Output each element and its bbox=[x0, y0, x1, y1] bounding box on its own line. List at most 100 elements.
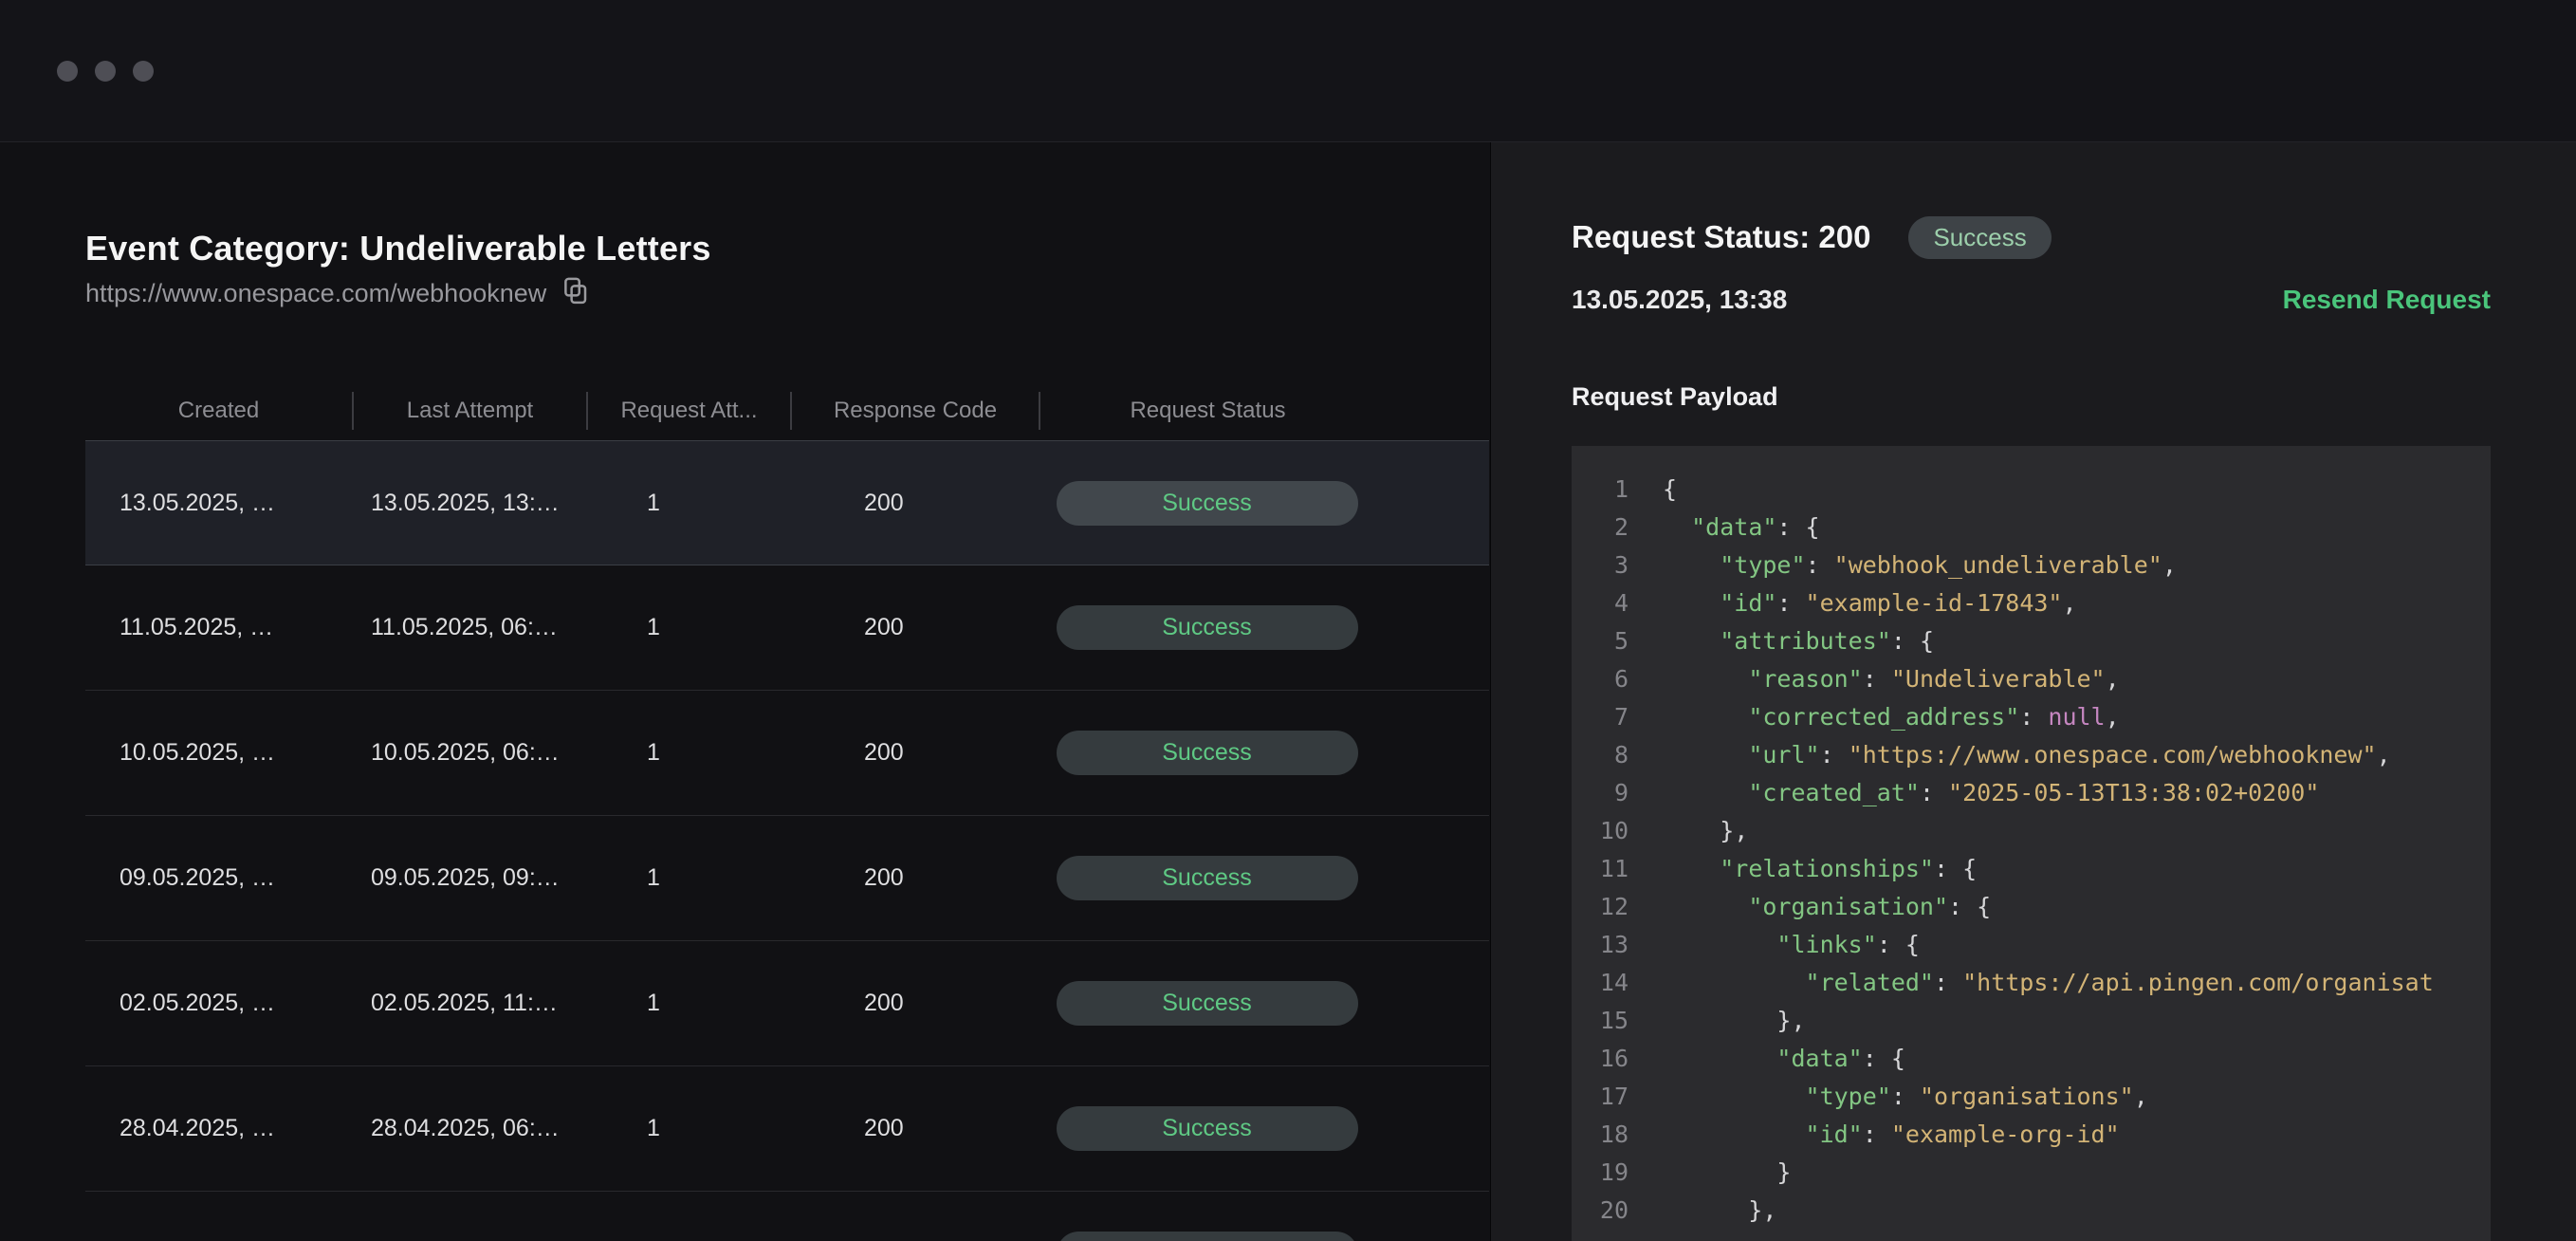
cell-created: 09.05.2025, … bbox=[85, 864, 352, 892]
cell-created: 11.05.2025, … bbox=[85, 614, 352, 641]
cell-status: Success bbox=[1039, 731, 1489, 775]
copy-icon bbox=[561, 274, 590, 311]
cell-created: 10.05.2025, … bbox=[85, 739, 352, 767]
line-number: 7 bbox=[1583, 698, 1628, 736]
cell-last_attempt: 13.05.2025, 13:… bbox=[352, 490, 586, 517]
window-control-dot[interactable] bbox=[57, 61, 78, 82]
cell-last_attempt: 11.05.2025, 06:… bbox=[352, 614, 586, 641]
line-number: 1 bbox=[1583, 471, 1628, 509]
cell-last_attempt: 09.05.2025, 09:… bbox=[352, 864, 586, 892]
line-number: 9 bbox=[1583, 774, 1628, 812]
table-row[interactable]: 10.05.2025, …10.05.2025, 06:…1200 Success bbox=[85, 691, 1489, 816]
payload-label: Request Payload bbox=[1572, 380, 2491, 414]
line-number: 14 bbox=[1583, 964, 1628, 1002]
code-line: 20 }, bbox=[1583, 1192, 2491, 1230]
request-status-badge: Success bbox=[1908, 216, 2051, 259]
cell-response_code: 200 bbox=[790, 739, 1039, 767]
code-line: 19 } bbox=[1583, 1154, 2491, 1192]
resend-request-button[interactable]: Resend Request bbox=[2283, 283, 2491, 317]
cell-created: 02.05.2025, … bbox=[85, 990, 352, 1017]
table-header: CreatedLast AttemptRequest Att...Respons… bbox=[85, 392, 1489, 430]
table-row[interactable]: Success bbox=[85, 1192, 1489, 1241]
status-badge: Success bbox=[1057, 605, 1358, 650]
cell-attempts: 1 bbox=[586, 1115, 790, 1142]
cell-response_code: 200 bbox=[790, 490, 1039, 517]
request-detail-panel: Request Status: 200 Success 13.05.2025, … bbox=[1490, 142, 2576, 1241]
code-line: 17 "type": "organisations", bbox=[1583, 1078, 2491, 1116]
status-badge: Success bbox=[1057, 731, 1358, 775]
request-status-row: Request Status: 200 Success bbox=[1572, 211, 2491, 264]
cell-attempts: 1 bbox=[586, 490, 790, 517]
line-number: 8 bbox=[1583, 736, 1628, 774]
cell-attempts: 1 bbox=[586, 990, 790, 1017]
line-number: 3 bbox=[1583, 546, 1628, 584]
copy-url-button[interactable] bbox=[561, 274, 590, 311]
code-line: 13 "links": { bbox=[1583, 926, 2491, 964]
cell-response_code: 200 bbox=[790, 990, 1039, 1017]
code-line: 6 "reason": "Undeliverable", bbox=[1583, 660, 2491, 698]
column-header: Response Code bbox=[790, 392, 1039, 430]
webhook-url-row: https://www.onespace.com/webhooknew bbox=[85, 274, 1490, 311]
line-number: 2 bbox=[1583, 509, 1628, 546]
payload-code-block[interactable]: 1{2 "data": {3 "type": "webhook_undelive… bbox=[1572, 446, 2491, 1241]
code-line: 8 "url": "https://www.onespace.com/webho… bbox=[1583, 736, 2491, 774]
line-number: 15 bbox=[1583, 1002, 1628, 1040]
table-row[interactable]: 28.04.2025, …28.04.2025, 06:…1200Success bbox=[85, 1066, 1489, 1192]
app-window: Event Category: Undeliverable Letters ht… bbox=[0, 0, 2576, 1241]
cell-response_code: 200 bbox=[790, 614, 1039, 641]
code-line: 16 "data": { bbox=[1583, 1040, 2491, 1078]
status-badge: Success bbox=[1057, 1232, 1358, 1241]
status-badge: Success bbox=[1057, 981, 1358, 1026]
line-number: 18 bbox=[1583, 1116, 1628, 1154]
table-row[interactable]: 11.05.2025, …11.05.2025, 06:…1200 Success bbox=[85, 565, 1489, 691]
cell-last_attempt: 02.05.2025, 11:… bbox=[352, 990, 586, 1017]
line-number: 12 bbox=[1583, 888, 1628, 926]
line-number: 16 bbox=[1583, 1040, 1628, 1078]
request-timestamp: 13.05.2025, 13:38 bbox=[1572, 283, 1787, 317]
line-number: 5 bbox=[1583, 622, 1628, 660]
cell-status: Success bbox=[1039, 605, 1489, 650]
line-number: 6 bbox=[1583, 660, 1628, 698]
status-badge: Success bbox=[1057, 481, 1358, 526]
code-line: 15 }, bbox=[1583, 1002, 2491, 1040]
request-status-title: Request Status: 200 bbox=[1572, 211, 1870, 264]
events-panel: Event Category: Undeliverable Letters ht… bbox=[0, 142, 1490, 1241]
cell-created: 28.04.2025, … bbox=[85, 1115, 352, 1142]
code-line: 4 "id": "example-id-17843", bbox=[1583, 584, 2491, 622]
cell-status: Success bbox=[1039, 1106, 1489, 1151]
line-number: 10 bbox=[1583, 812, 1628, 850]
cell-attempts: 1 bbox=[586, 864, 790, 892]
line-number: 11 bbox=[1583, 850, 1628, 888]
column-header: Request Att... bbox=[586, 392, 790, 430]
status-badge: Success bbox=[1057, 1106, 1358, 1151]
code-line: 7 "corrected_address": null, bbox=[1583, 698, 2491, 736]
cell-attempts: 1 bbox=[586, 614, 790, 641]
page-title: Event Category: Undeliverable Letters bbox=[85, 226, 1490, 271]
code-line: 18 "id": "example-org-id" bbox=[1583, 1116, 2491, 1154]
table-row[interactable]: 13.05.2025, …13.05.2025, 13:…1200 Success bbox=[85, 440, 1489, 565]
table-row[interactable]: 09.05.2025, …09.05.2025, 09:…1200 Success bbox=[85, 816, 1489, 941]
code-line: 12 "organisation": { bbox=[1583, 888, 2491, 926]
column-header: Request Status bbox=[1039, 392, 1489, 430]
cell-last_attempt: 10.05.2025, 06:… bbox=[352, 739, 586, 767]
status-badge: Success bbox=[1057, 856, 1358, 900]
cell-status: Success bbox=[1039, 481, 1489, 526]
code-line: 1{ bbox=[1583, 471, 2491, 509]
code-line: 9 "created_at": "2025-05-13T13:38:02+020… bbox=[1583, 774, 2491, 812]
line-number: 20 bbox=[1583, 1192, 1628, 1230]
code-line: 2 "data": { bbox=[1583, 509, 2491, 546]
cell-response_code: 200 bbox=[790, 1115, 1039, 1142]
cell-attempts: 1 bbox=[586, 739, 790, 767]
code-line: 14 "related": "https://api.pingen.com/or… bbox=[1583, 964, 2491, 1002]
table-body: 13.05.2025, …13.05.2025, 13:…1200Success… bbox=[85, 440, 1489, 1241]
cell-response_code: 200 bbox=[790, 864, 1039, 892]
cell-created: 13.05.2025, … bbox=[85, 490, 352, 517]
code-lines: 1{2 "data": {3 "type": "webhook_undelive… bbox=[1583, 471, 2491, 1230]
window-control-dot[interactable] bbox=[95, 61, 116, 82]
line-number: 17 bbox=[1583, 1078, 1628, 1116]
table-row[interactable]: 02.05.2025, …02.05.2025, 11:…1200 Success bbox=[85, 941, 1489, 1066]
main-content: Event Category: Undeliverable Letters ht… bbox=[0, 142, 2576, 1241]
cell-status: Success bbox=[1039, 1232, 1489, 1241]
window-control-dot[interactable] bbox=[133, 61, 154, 82]
column-header: Last Attempt bbox=[352, 392, 586, 430]
